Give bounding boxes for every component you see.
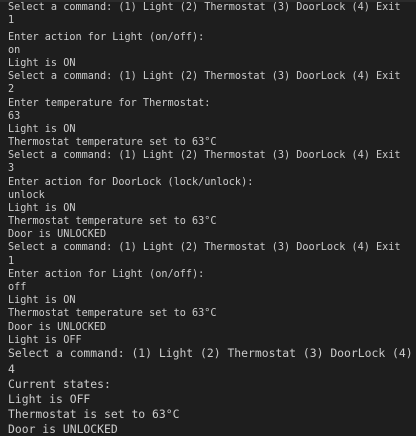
terminal-line: Thermostat temperature set to 63°C [8,137,217,148]
terminal-line: Select a command: (1) Light (2) Thermost… [8,346,416,360]
terminal-line: Light is OFF [8,335,82,346]
terminal-line: Enter action for Light (on/off): [8,269,205,280]
terminal-line: Light is ON [8,203,76,214]
terminal-line: 1 [8,15,15,26]
terminal-line: 2 [8,84,15,95]
terminal-line: off [8,282,27,293]
terminal-line: Light is ON [8,124,76,135]
terminal-line: Thermostat temperature set to 63°C [8,216,217,227]
terminal-line: 63 [8,111,21,122]
terminal-line: on [8,45,21,56]
terminal-line: Door is UNLOCKED [8,422,118,436]
terminal-line: Enter action for Light (on/off): [8,32,205,43]
terminal-line: 4 [8,362,15,376]
terminal-output: Select a command: (1) Light (2) Thermost… [0,0,416,436]
terminal-line: Light is OFF [8,392,91,406]
terminal-line: unlock [8,190,45,201]
terminal-line: Thermostat temperature set to 63°C [8,308,217,319]
terminal-line: Select a command: (1) Light (2) Thermost… [8,242,401,253]
terminal-line: 3 [8,163,15,174]
terminal-line: Select a command: (1) Light (2) Thermost… [8,2,401,13]
terminal-line: Select a command: (1) Light (2) Thermost… [8,150,401,161]
terminal-line: Enter temperature for Thermostat: [8,98,211,109]
terminal-line: Light is ON [8,58,76,69]
terminal-line: Light is ON [8,295,76,306]
terminal-line: Door is UNLOCKED [8,322,107,333]
terminal-line: Select a command: (1) Light (2) Thermost… [8,71,401,82]
terminal-line: Enter action for DoorLock (lock/unlock): [8,177,254,188]
terminal-line: Current states: [8,377,111,391]
terminal-line: 1 [8,256,15,267]
terminal-line: Thermostat is set to 63°C [8,407,180,421]
terminal-line: Door is UNLOCKED [8,229,107,240]
